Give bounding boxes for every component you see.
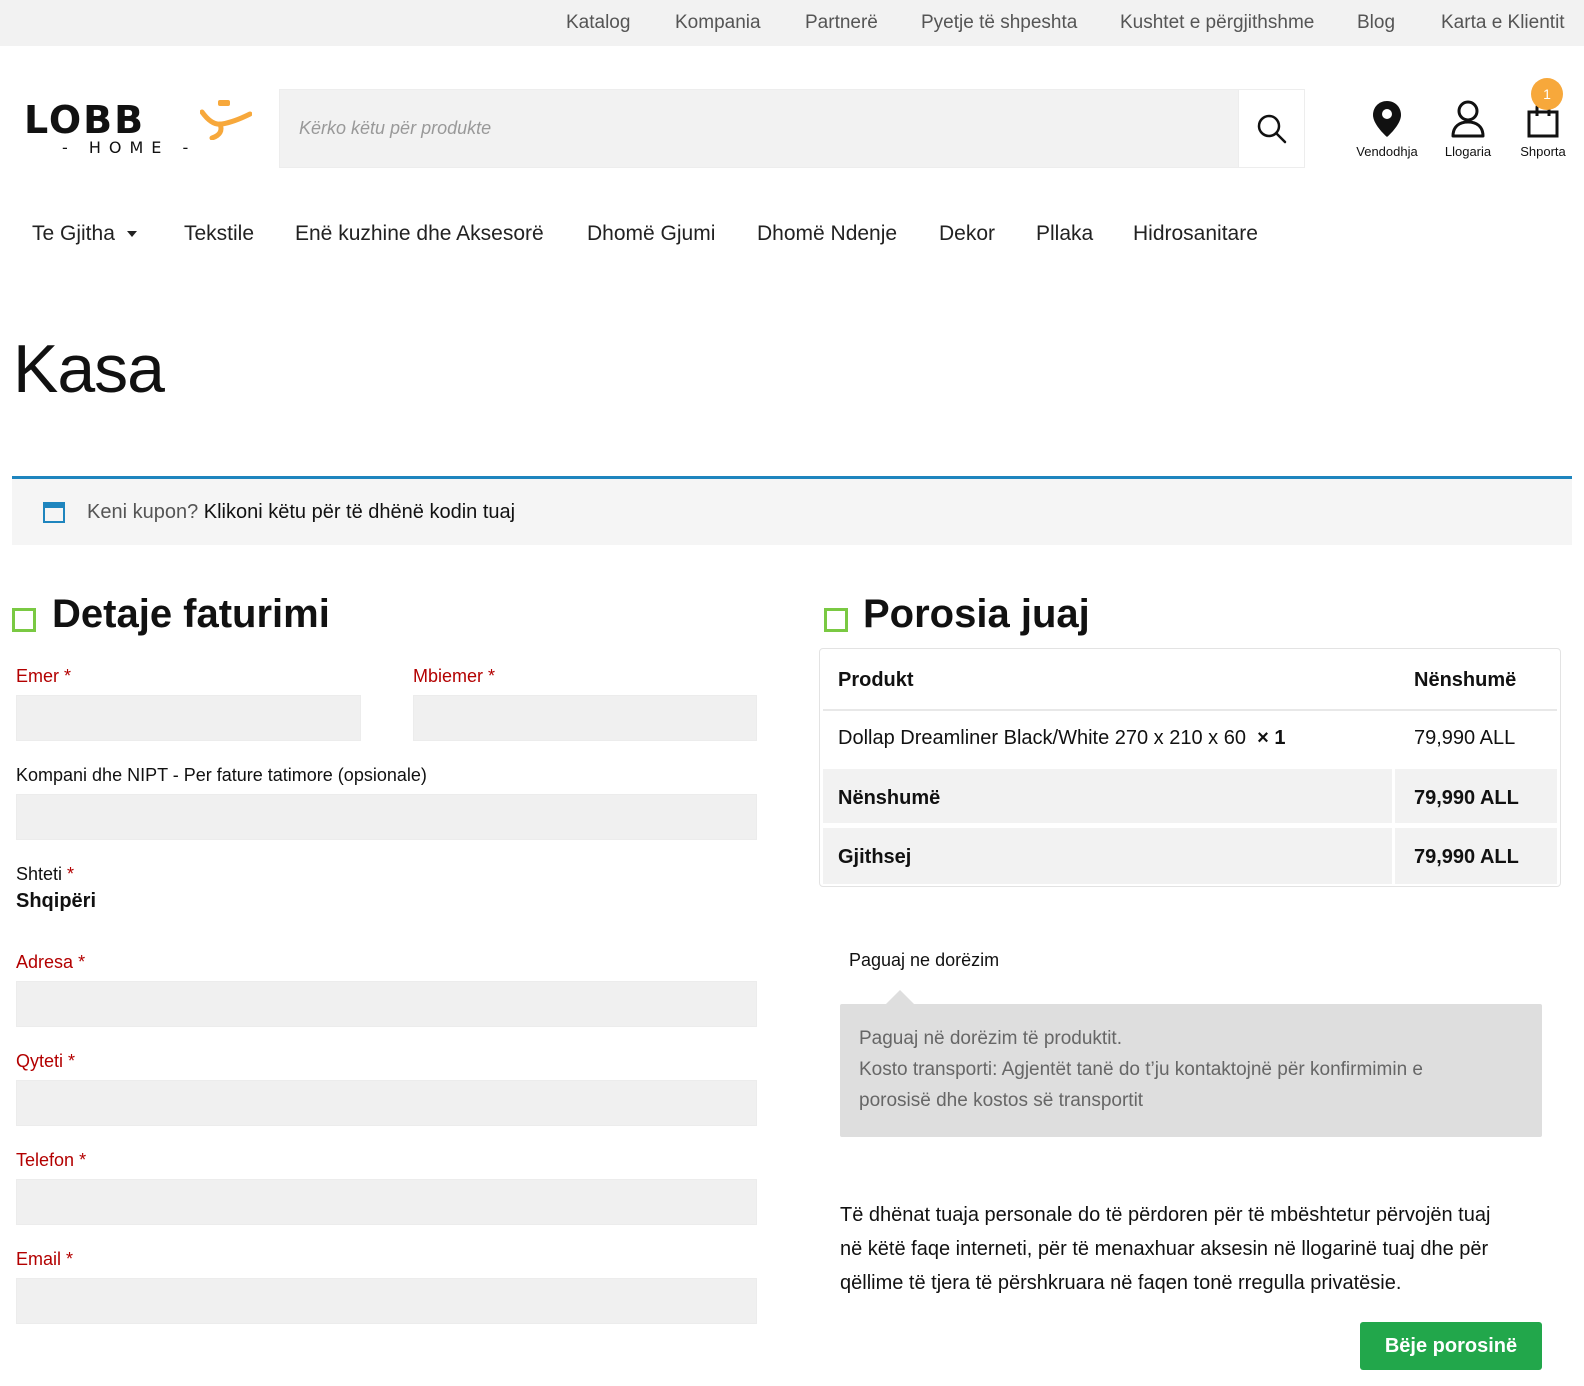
table-row-divider — [823, 709, 1557, 711]
total-value: 79,990 ALL — [1414, 846, 1519, 868]
payment-desc-line: Kosto transporti: Agjentët tanë do t’ju … — [859, 1059, 1423, 1080]
first-name-label: Emer * — [16, 666, 71, 687]
email-field[interactable] — [16, 1278, 757, 1324]
required-mark: * — [78, 952, 86, 972]
item-quantity: × 1 — [1257, 727, 1286, 749]
section-square-icon — [824, 608, 848, 632]
table-row: Dollap Dreamliner Black/White 270 x 210 … — [838, 727, 1285, 750]
last-name-label-text: Mbiemer — [413, 666, 484, 686]
nav-item-decor[interactable]: Dekor — [939, 222, 995, 246]
nav-item-living-room[interactable]: Dhomë Ndenje — [757, 222, 897, 246]
first-name-field[interactable] — [16, 695, 361, 741]
coupon-notice: Keni kupon? Klikoni këtu për të dhënë ko… — [12, 476, 1572, 545]
topbar-link-partnere[interactable]: Partnerë — [805, 12, 878, 34]
top-bar: Katalog Kompania Partnerë Pyetje të shpe… — [0, 0, 1584, 46]
address-field[interactable] — [16, 981, 757, 1027]
account-label: Llogaria — [1444, 144, 1492, 159]
section-square-icon — [12, 608, 36, 632]
subtotal-label: Nënshumë — [838, 787, 941, 809]
payment-desc-line: porosisë dhe kostos së transportit — [859, 1090, 1144, 1111]
phone-field[interactable] — [16, 1179, 757, 1225]
main-navigation: Te Gjitha Tekstile Enë kuzhine dhe Akses… — [0, 214, 1584, 264]
address-label-text: Adresa — [16, 952, 74, 972]
address-label: Adresa * — [16, 952, 85, 973]
nav-item-bedroom[interactable]: Dhomë Gjumi — [587, 222, 715, 246]
required-mark: * — [66, 1249, 74, 1269]
order-table: Produkt Nënshumë Dollap Dreamliner Black… — [819, 648, 1561, 887]
topbar-link-terms[interactable]: Kushtet e përgjithshme — [1120, 12, 1314, 34]
account-link[interactable]: Llogaria — [1428, 100, 1508, 164]
location-label: Vendodhja — [1356, 144, 1418, 159]
topbar-link-faq[interactable]: Pyetje të shpeshta — [921, 12, 1077, 34]
privacy-line: qëllime të tjera të përshkruara në faqen… — [840, 1272, 1402, 1294]
company-field[interactable] — [16, 794, 757, 840]
nav-item-sanitary[interactable]: Hidrosanitare — [1133, 222, 1258, 246]
coupon-link[interactable]: Klikoni këtu për të dhënë kodin tuaj — [204, 501, 515, 523]
logo-figure-icon — [200, 100, 252, 140]
required-mark: * — [488, 666, 496, 686]
email-label-text: Email — [16, 1249, 62, 1269]
required-mark: * — [68, 1051, 76, 1071]
total-label: Gjithsej — [838, 846, 912, 868]
logo-subtitle: - HOME - — [62, 138, 197, 157]
topbar-link-blog[interactable]: Blog — [1357, 12, 1395, 34]
search-input[interactable] — [280, 90, 1240, 167]
last-name-label: Mbiemer * — [413, 666, 495, 687]
subtotal-value: 79,990 ALL — [1414, 787, 1519, 809]
table-column-divider — [1392, 828, 1395, 884]
location-link[interactable]: Vendodhja — [1347, 100, 1427, 164]
chevron-down-icon — [126, 231, 137, 238]
last-name-field[interactable] — [413, 695, 757, 741]
place-order-button[interactable]: Bëje porosinë — [1360, 1322, 1542, 1370]
cart-label: Shporta — [1520, 144, 1566, 159]
country-label: Shteti * — [16, 864, 74, 885]
nav-item-kitchen[interactable]: Enë kuzhine dhe Aksesorë — [295, 222, 544, 246]
company-label: Kompani dhe NIPT - Per fature tatimore (… — [16, 765, 427, 785]
first-name-label-text: Emer — [16, 666, 60, 686]
item-price: 79,990 ALL — [1414, 727, 1516, 749]
city-label-text: Qyteti — [16, 1051, 64, 1071]
payment-desc-line: Paguaj në dorëzim të produktit. — [859, 1028, 1122, 1049]
required-mark: * — [79, 1150, 87, 1170]
privacy-line: në këtë faqe interneti, për të menaxhuar… — [840, 1238, 1489, 1260]
site-logo[interactable]: LOBB - HOME - — [24, 98, 252, 160]
phone-label: Telefon * — [16, 1150, 86, 1171]
nav-item-tiles[interactable]: Pllaka — [1036, 222, 1093, 246]
col-product-header: Produkt — [838, 669, 914, 691]
nav-item-textiles[interactable]: Tekstile — [184, 222, 254, 246]
payment-method-label[interactable]: Paguaj ne dorëzim — [849, 950, 999, 971]
page-title: Kasa — [13, 331, 165, 407]
nav-item-all[interactable]: Te Gjitha — [32, 222, 137, 246]
col-subtotal-header: Nënshumë — [1414, 669, 1517, 691]
privacy-notice: Të dhënat tuaja personale do të përdoren… — [840, 1198, 1550, 1300]
country-value: Shqipëri — [16, 890, 97, 912]
order-heading: Porosia juaj — [863, 592, 1090, 636]
city-field[interactable] — [16, 1080, 757, 1126]
logo-word: LOBB — [24, 98, 146, 142]
privacy-line: Të dhënat tuaja personale do të përdoren… — [840, 1204, 1491, 1226]
country-label-text: Shteti — [16, 864, 63, 884]
payment-description: Paguaj në dorëzim të produktit. Kosto tr… — [840, 990, 1542, 1137]
location-pin-icon — [1373, 101, 1401, 137]
phone-label-text: Telefon — [16, 1150, 75, 1170]
user-icon — [1451, 100, 1485, 138]
nav-item-all-label: Te Gjitha — [32, 222, 115, 245]
item-name: Dollap Dreamliner Black/White 270 x 210 … — [838, 727, 1246, 749]
search-bar — [279, 89, 1305, 168]
city-label: Qyteti * — [16, 1051, 75, 1072]
required-mark: * — [64, 666, 72, 686]
cart-count-badge: 1 — [1531, 78, 1563, 110]
search-icon — [1257, 114, 1286, 143]
coupon-question: Keni kupon? — [87, 501, 199, 523]
topbar-link-client-card[interactable]: Karta e Klientit — [1441, 12, 1565, 34]
topbar-link-kompania[interactable]: Kompania — [675, 12, 761, 34]
topbar-link-katalog[interactable]: Katalog — [566, 12, 630, 34]
coupon-text: Keni kupon? Klikoni këtu për të dhënë ko… — [87, 501, 515, 524]
required-mark: * — [67, 864, 75, 884]
email-label: Email * — [16, 1249, 73, 1270]
window-icon — [43, 502, 65, 523]
billing-heading: Detaje faturimi — [52, 592, 330, 636]
search-button[interactable] — [1238, 90, 1304, 167]
